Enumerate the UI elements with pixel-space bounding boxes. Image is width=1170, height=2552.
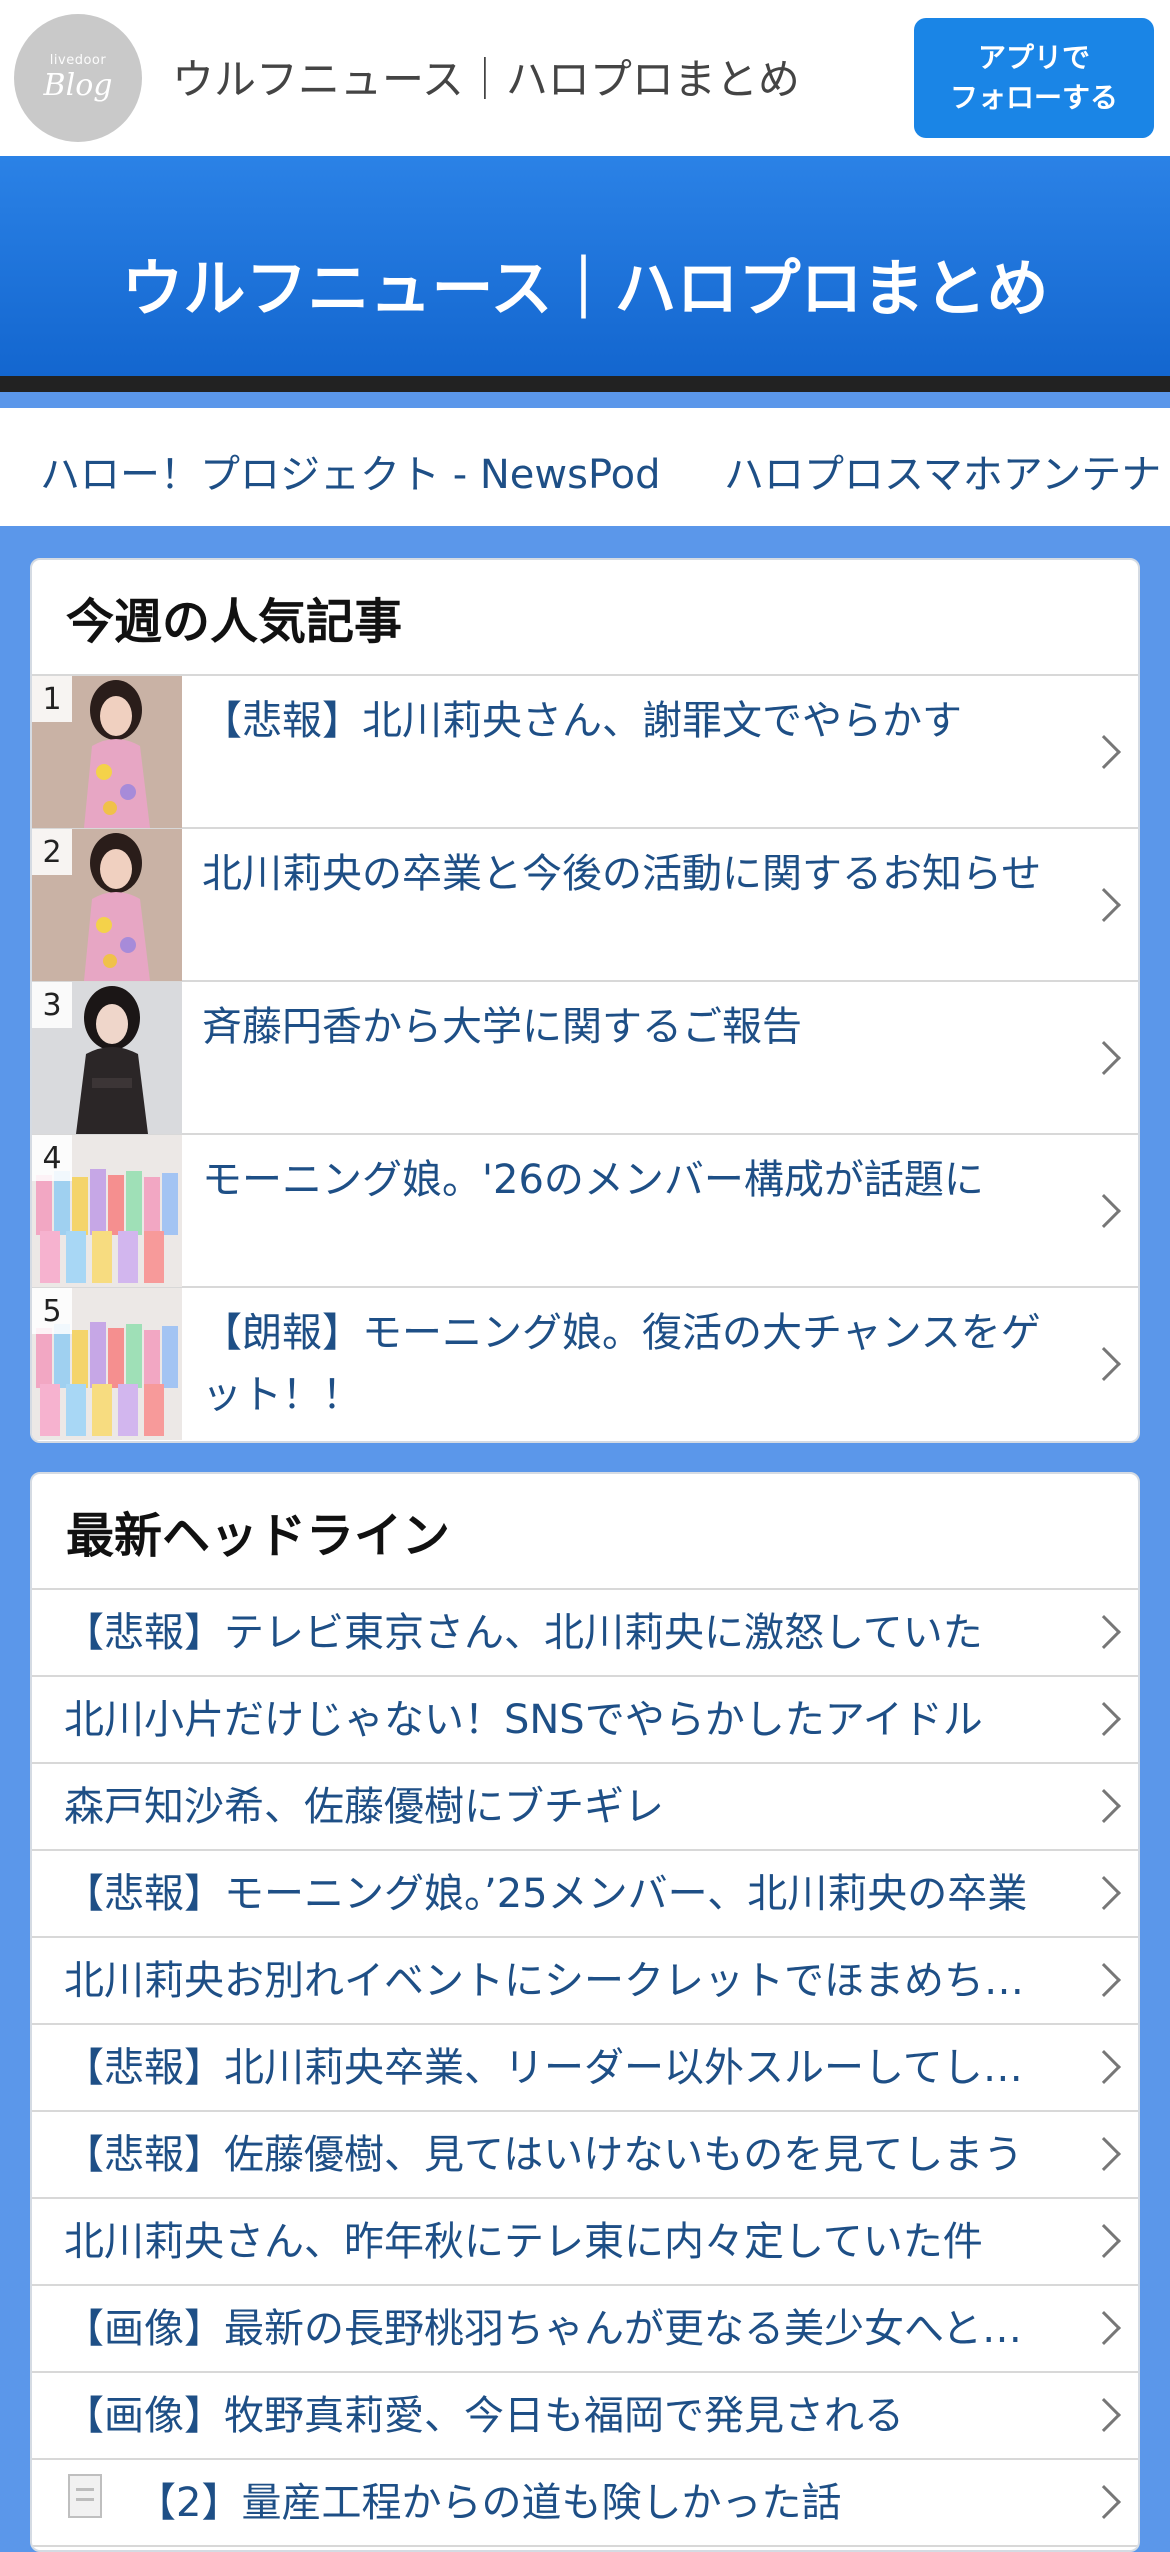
headline-title[interactable]: 【悲報】モーニング娘。’25メンバー、北川莉央の卒業 <box>64 1869 1058 1919</box>
blog-header-title[interactable]: ウルフニュース｜ハロプロまとめ <box>0 238 1170 328</box>
headline-item[interactable]: 【悲報】モーニング娘。’25メンバー、北川莉央の卒業 <box>32 1851 1138 1938</box>
chevron-right-icon <box>1087 2398 1121 2432</box>
chevron-right-icon <box>1087 2224 1121 2258</box>
chevron-right-icon <box>1087 1702 1121 1736</box>
ranking-item-title[interactable]: 斉藤円香から大学に関するご報告 <box>202 996 1068 1058</box>
headline-item[interactable]: 【悲報】テレビ東京さん、北川莉央に激怒していた <box>32 1590 1138 1677</box>
ranking-item[interactable]: 1 【悲報】北川莉央さん、謝罪文でやらかす <box>32 676 1138 829</box>
related-link-newspod[interactable]: ハロー！プロジェクト - NewsPod <box>40 442 661 500</box>
chevron-right-icon <box>1087 735 1121 769</box>
headline-item[interactable]: 【2】量産工程からの道も険しかった話 <box>32 2460 1138 2547</box>
headline-title[interactable]: 北川莉央お別れイベントにシークレットでほまめちゃん <box>64 1956 1058 2006</box>
headline-title[interactable]: 【画像】最新の長野桃羽ちゃんが更なる美少女へと進化 <box>64 2304 1058 2354</box>
rank-number: 4 <box>32 1135 72 1181</box>
headline-item[interactable]: 【画像】牧野真莉愛、今日も福岡で発見される <box>32 2373 1138 2460</box>
headline-title[interactable]: 北川莉央さん、昨年秋にテレ東に内々定していた件 <box>64 2217 1058 2267</box>
document-icon <box>68 2474 102 2518</box>
app-topbar: livedoor Blog ウルフニュース｜ハロプロまとめ アプリで フォローす… <box>0 0 1170 156</box>
ranking-item[interactable]: 3 斉藤円香から大学に関するご報告 <box>32 982 1138 1135</box>
blog-name[interactable]: ウルフニュース｜ハロプロまとめ <box>172 46 800 107</box>
related-links-strip: ハロー！プロジェクト - NewsPod ハロプロスマホアンテナ <box>0 408 1170 526</box>
weekly-popular-title: 今週の人気記事 <box>32 560 1138 676</box>
chevron-right-icon <box>1087 1615 1121 1649</box>
headline-title[interactable]: 【悲報】テレビ東京さん、北川莉央に激怒していた <box>64 1608 1058 1658</box>
rank-number: 3 <box>32 982 72 1028</box>
chevron-right-icon <box>1087 2311 1121 2345</box>
ranking-item[interactable]: 5 【朗報】モーニング娘。復活の大チャンスをゲット！！ <box>32 1288 1138 1441</box>
chevron-right-icon <box>1087 2137 1121 2171</box>
latest-headlines-card: 最新ヘッドライン 【悲報】テレビ東京さん、北川莉央に激怒していた 北川小片だけじ… <box>30 1472 1140 2552</box>
headline-title[interactable]: 【悲報】佐藤優樹、見てはいけないものを見てしまう <box>64 2130 1058 2180</box>
livedoor-blog-logo[interactable]: livedoor Blog <box>14 14 142 142</box>
ranking-item-title[interactable]: モーニング娘。'26のメンバー構成が話題に <box>202 1149 1068 1211</box>
headline-item[interactable]: 【悲報】佐藤優樹、見てはいけないものを見てしまう <box>32 2112 1138 2199</box>
headline-item[interactable]: 北川小片だけじゃない！SNSでやらかしたアイドル <box>32 1677 1138 1764</box>
headline-title[interactable]: 【悲報】北川莉央卒業、リーダー以外スルーしてしまう <box>64 2043 1058 2093</box>
weekly-popular-card: 今週の人気記事 1 【悲報】北川莉央さん、謝罪文でやらかす 2 北川莉央の卒業と… <box>30 558 1140 1443</box>
ranking-item[interactable]: 2 北川莉央の卒業と今後の活動に関するお知らせ <box>32 829 1138 982</box>
related-link-antenna[interactable]: ハロプロスマホアンテナ <box>724 442 1161 500</box>
chevron-right-icon <box>1087 1963 1121 1997</box>
chevron-right-icon <box>1087 1194 1121 1228</box>
headline-item[interactable]: 北川莉央お別れイベントにシークレットでほまめちゃん <box>32 1938 1138 2025</box>
ranking-item-title[interactable]: 【朗報】モーニング娘。復活の大チャンスをゲット！！ <box>202 1302 1068 1426</box>
chevron-right-icon <box>1087 1876 1121 1910</box>
headline-item[interactable]: 北川莉央さん、昨年秋にテレ東に内々定していた件 <box>32 2199 1138 2286</box>
latest-headlines-title: 最新ヘッドライン <box>32 1474 1138 1590</box>
chevron-right-icon <box>1087 2485 1121 2519</box>
headline-title[interactable]: 北川小片だけじゃない！SNSでやらかしたアイドル <box>64 1695 1058 1745</box>
headline-title[interactable]: 【画像】牧野真莉愛、今日も福岡で発見される <box>64 2391 1058 2441</box>
headline-item[interactable]: 【画像】最新の長野桃羽ちゃんが更なる美少女へと進化 <box>32 2286 1138 2373</box>
chevron-right-icon <box>1087 888 1121 922</box>
rank-number: 5 <box>32 1288 72 1334</box>
chevron-right-icon <box>1087 1347 1121 1381</box>
ranking-item-title[interactable]: 北川莉央の卒業と今後の活動に関するお知らせ <box>202 843 1068 905</box>
rank-number: 2 <box>32 829 72 875</box>
rank-number: 1 <box>32 676 72 722</box>
chevron-right-icon <box>1087 1789 1121 1823</box>
headline-item[interactable]: 森戸知沙希、佐藤優樹にブチギレ <box>32 1764 1138 1851</box>
ranking-item-title[interactable]: 【悲報】北川莉央さん、謝罪文でやらかす <box>202 690 1068 752</box>
headline-title[interactable]: 【2】量産工程からの道も険しかった話 <box>136 2478 1058 2528</box>
blog-header-banner: ウルフニュース｜ハロプロまとめ <box>0 156 1170 392</box>
headline-title[interactable]: 森戸知沙希、佐藤優樹にブチギレ <box>64 1782 1058 1832</box>
logo-small-text: livedoor <box>49 53 107 68</box>
chevron-right-icon <box>1087 2050 1121 2084</box>
ranking-item[interactable]: 4 モーニング娘。'26のメンバー構成が話題に <box>32 1135 1138 1288</box>
logo-big-text: Blog <box>43 68 113 103</box>
chevron-right-icon <box>1087 1041 1121 1075</box>
follow-in-app-button[interactable]: アプリで フォローする <box>914 18 1154 138</box>
headline-item[interactable]: 【悲報】北川莉央卒業、リーダー以外スルーしてしまう <box>32 2025 1138 2112</box>
